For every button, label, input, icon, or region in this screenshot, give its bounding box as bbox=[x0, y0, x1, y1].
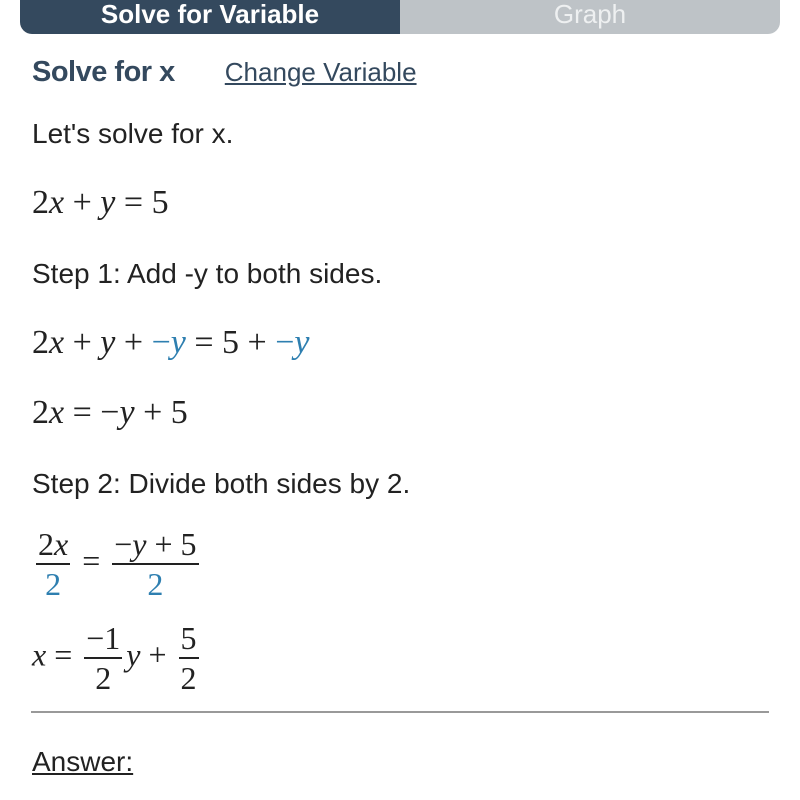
numerator: −1 bbox=[86, 620, 121, 656]
num-var: y bbox=[132, 526, 147, 562]
neg: − bbox=[100, 394, 120, 431]
final-result: x = −1 2 y + 52 bbox=[32, 622, 203, 694]
var-y: y bbox=[126, 636, 141, 673]
num-var: x bbox=[54, 526, 69, 562]
rhs: 5 bbox=[151, 184, 169, 221]
op-plus: + bbox=[140, 636, 175, 673]
added-y: y bbox=[294, 324, 310, 361]
page-title: Solve for x bbox=[32, 56, 175, 88]
rest: + 5 bbox=[134, 394, 188, 431]
step2-equation: 2x 2 = −y + 52 bbox=[32, 528, 203, 600]
denominator: 2 bbox=[180, 660, 197, 696]
op-eq: = bbox=[46, 636, 81, 673]
numerator: 5 bbox=[180, 620, 197, 656]
var-y: y bbox=[100, 324, 116, 361]
coef: 2 bbox=[32, 324, 49, 361]
added-y: y bbox=[170, 324, 186, 361]
denominator: 2 bbox=[147, 566, 164, 602]
tab-graph[interactable]: Graph bbox=[400, 0, 780, 34]
step2-label: Step 2: Divide both sides by 2. bbox=[32, 468, 411, 499]
original-equation: 2x + y = 5 bbox=[32, 184, 169, 222]
num-rest: + 5 bbox=[146, 526, 197, 562]
num-coef: 2 bbox=[38, 526, 54, 562]
rhs: 5 bbox=[222, 324, 240, 361]
fraction-bar bbox=[112, 563, 199, 565]
denominator: 2 bbox=[45, 566, 62, 602]
op-plus: + bbox=[64, 324, 101, 361]
op-eq: = bbox=[185, 324, 223, 361]
op-eq: = bbox=[64, 394, 101, 431]
op-plus: + bbox=[115, 324, 152, 361]
op-plus: + bbox=[72, 184, 92, 221]
header: Solve for x Change Variable bbox=[32, 56, 417, 89]
op-eq: = bbox=[82, 542, 101, 579]
fraction-coef: −1 2 bbox=[84, 620, 123, 696]
added-neg: − bbox=[275, 324, 295, 361]
op-eq: = bbox=[123, 184, 144, 221]
fraction-bar bbox=[36, 563, 71, 565]
step1-result: 2x = −y + 5 bbox=[32, 394, 188, 432]
tab-bar: Solve for Variable Graph bbox=[20, 0, 780, 34]
var-y: y bbox=[119, 394, 135, 431]
var-y: y bbox=[100, 184, 116, 221]
op-plus: + bbox=[239, 324, 276, 361]
fraction-const: 52 bbox=[178, 620, 199, 696]
fraction-left: 2x 2 bbox=[36, 526, 71, 602]
var-x: x bbox=[32, 636, 47, 673]
added-neg: − bbox=[151, 324, 171, 361]
denominator: 2 bbox=[95, 660, 112, 696]
step1-equation: 2x + y + −y = 5 + −y bbox=[32, 324, 310, 362]
num-neg: − bbox=[114, 526, 133, 562]
fraction-bar bbox=[84, 657, 123, 659]
answer-label: Answer: bbox=[32, 746, 134, 777]
var-x: x bbox=[49, 324, 65, 361]
step1-label: Step 1: Add -y to both sides. bbox=[32, 258, 383, 289]
fraction-bar bbox=[178, 657, 199, 659]
intro-text: Let's solve for x. bbox=[32, 118, 234, 149]
coef: 2 bbox=[32, 394, 49, 431]
divider bbox=[31, 711, 769, 713]
fraction-right: −y + 5 2 bbox=[112, 526, 199, 602]
var-x: x bbox=[49, 184, 65, 221]
change-variable-link[interactable]: Change Variable bbox=[225, 57, 417, 88]
coef: 2 bbox=[32, 184, 49, 221]
tab-solve-for-variable[interactable]: Solve for Variable bbox=[20, 0, 400, 34]
var-x: x bbox=[49, 394, 65, 431]
